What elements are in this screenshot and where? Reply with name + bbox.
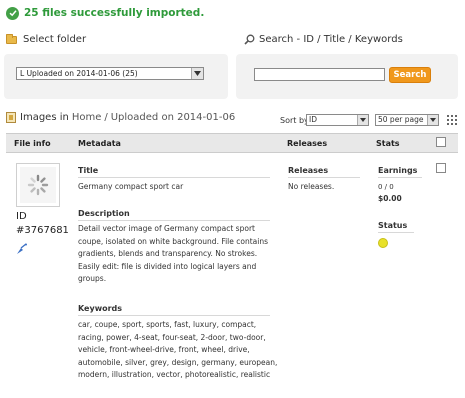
title-label: Title [78,166,99,175]
keywords-line: modern, illustration, vector, photoreali… [78,370,271,379]
select-folder-heading: Select folder [6,33,87,45]
earnings-label: Earnings [378,166,418,175]
divider [378,177,422,178]
sort-select[interactable]: ID [306,114,369,126]
header-stats: Stats [376,139,400,148]
success-message: 25 files successfully imported. [24,7,205,19]
releases-label: Releases [288,166,329,175]
description-line: coupe, isolated on white background. Fil… [78,236,269,246]
chevron-down-icon[interactable] [357,115,368,125]
earnings-count: 0 / 0 [378,183,394,191]
keywords-label: Keywords [78,304,123,313]
chevron-down-icon[interactable] [427,115,438,125]
description-line: Detail vector image of Germany compact s… [78,224,255,233]
per-page-value: 50 per page [378,115,424,124]
divider [78,177,270,178]
keywords-line: car, coupe, sport, sports, fast, luxury,… [78,320,257,329]
image-thumbnail[interactable] [16,163,60,207]
images-breadcrumb: Images in Home / Uploaded on 2014-01-06 [6,112,238,123]
description-line: gradients, blends and transparency. No s… [78,249,258,258]
divider [288,177,360,178]
description-line: groups. [78,274,107,283]
id-label: ID [16,211,27,222]
table-header: File info Metadata Releases Stats [6,133,458,153]
search-title: Search - ID / Title / Keywords [259,34,403,45]
releases-value: No releases. [288,182,335,191]
sort-by-label: Sort by [280,116,309,125]
status-indicator [378,238,388,248]
per-page-select[interactable]: 50 per page [375,114,439,126]
folder-select-value: L Uploaded on 2014-01-06 (25) [20,69,138,78]
search-input[interactable] [254,68,385,81]
select-all-checkbox[interactable] [436,137,446,147]
description-line: Easily edit: file is divided into logica… [78,261,257,271]
breadcrumb-home-link[interactable]: Home [72,112,102,123]
keywords-line: vehicle, front-wheel-drive, front, wheel… [78,345,250,354]
keywords-text: car, coupe, sport, sports, fast, luxury,… [78,319,278,382]
chevron-down-icon[interactable] [191,68,203,79]
earnings-amount: $0.00 [378,194,402,203]
images-icon [6,112,16,123]
vector-pen-icon [16,240,28,259]
description-text: Detail vector image of Germany compact s… [78,223,278,286]
divider [78,220,270,221]
row-checkbox[interactable] [436,163,446,173]
images-prefix: Images in [20,112,69,123]
select-folder-label: Select folder [23,34,87,45]
grid-view-icon[interactable] [447,115,457,125]
header-file-info: File info [14,139,51,148]
header-releases: Releases [287,139,328,148]
search-button[interactable]: Search [389,67,431,83]
breadcrumb-current: Uploaded on 2014-01-06 [110,112,236,123]
header-metadata: Metadata [78,139,121,148]
keywords-line: automobile, silver, grey, design, german… [78,357,278,367]
loading-spinner-icon [20,167,56,203]
search-heading: Search - ID / Title / Keywords [244,34,403,45]
id-value: #3767681 [16,225,69,236]
folder-icon [6,33,17,44]
search-icon [244,34,255,45]
divider [378,232,414,233]
check-circle-icon [6,6,19,20]
status-label: Status [378,221,408,230]
description-label: Description [78,209,130,218]
sort-select-value: ID [309,115,317,124]
folder-select[interactable]: L Uploaded on 2014-01-06 (25) [16,67,204,80]
divider [78,315,270,316]
success-banner: 25 files successfully imported. [6,5,204,21]
breadcrumb-separator: / [104,112,108,123]
title-value: Germany compact sport car [78,182,184,191]
keywords-line: racing, power, 4-seat, four-seat, 2-door… [78,332,266,342]
